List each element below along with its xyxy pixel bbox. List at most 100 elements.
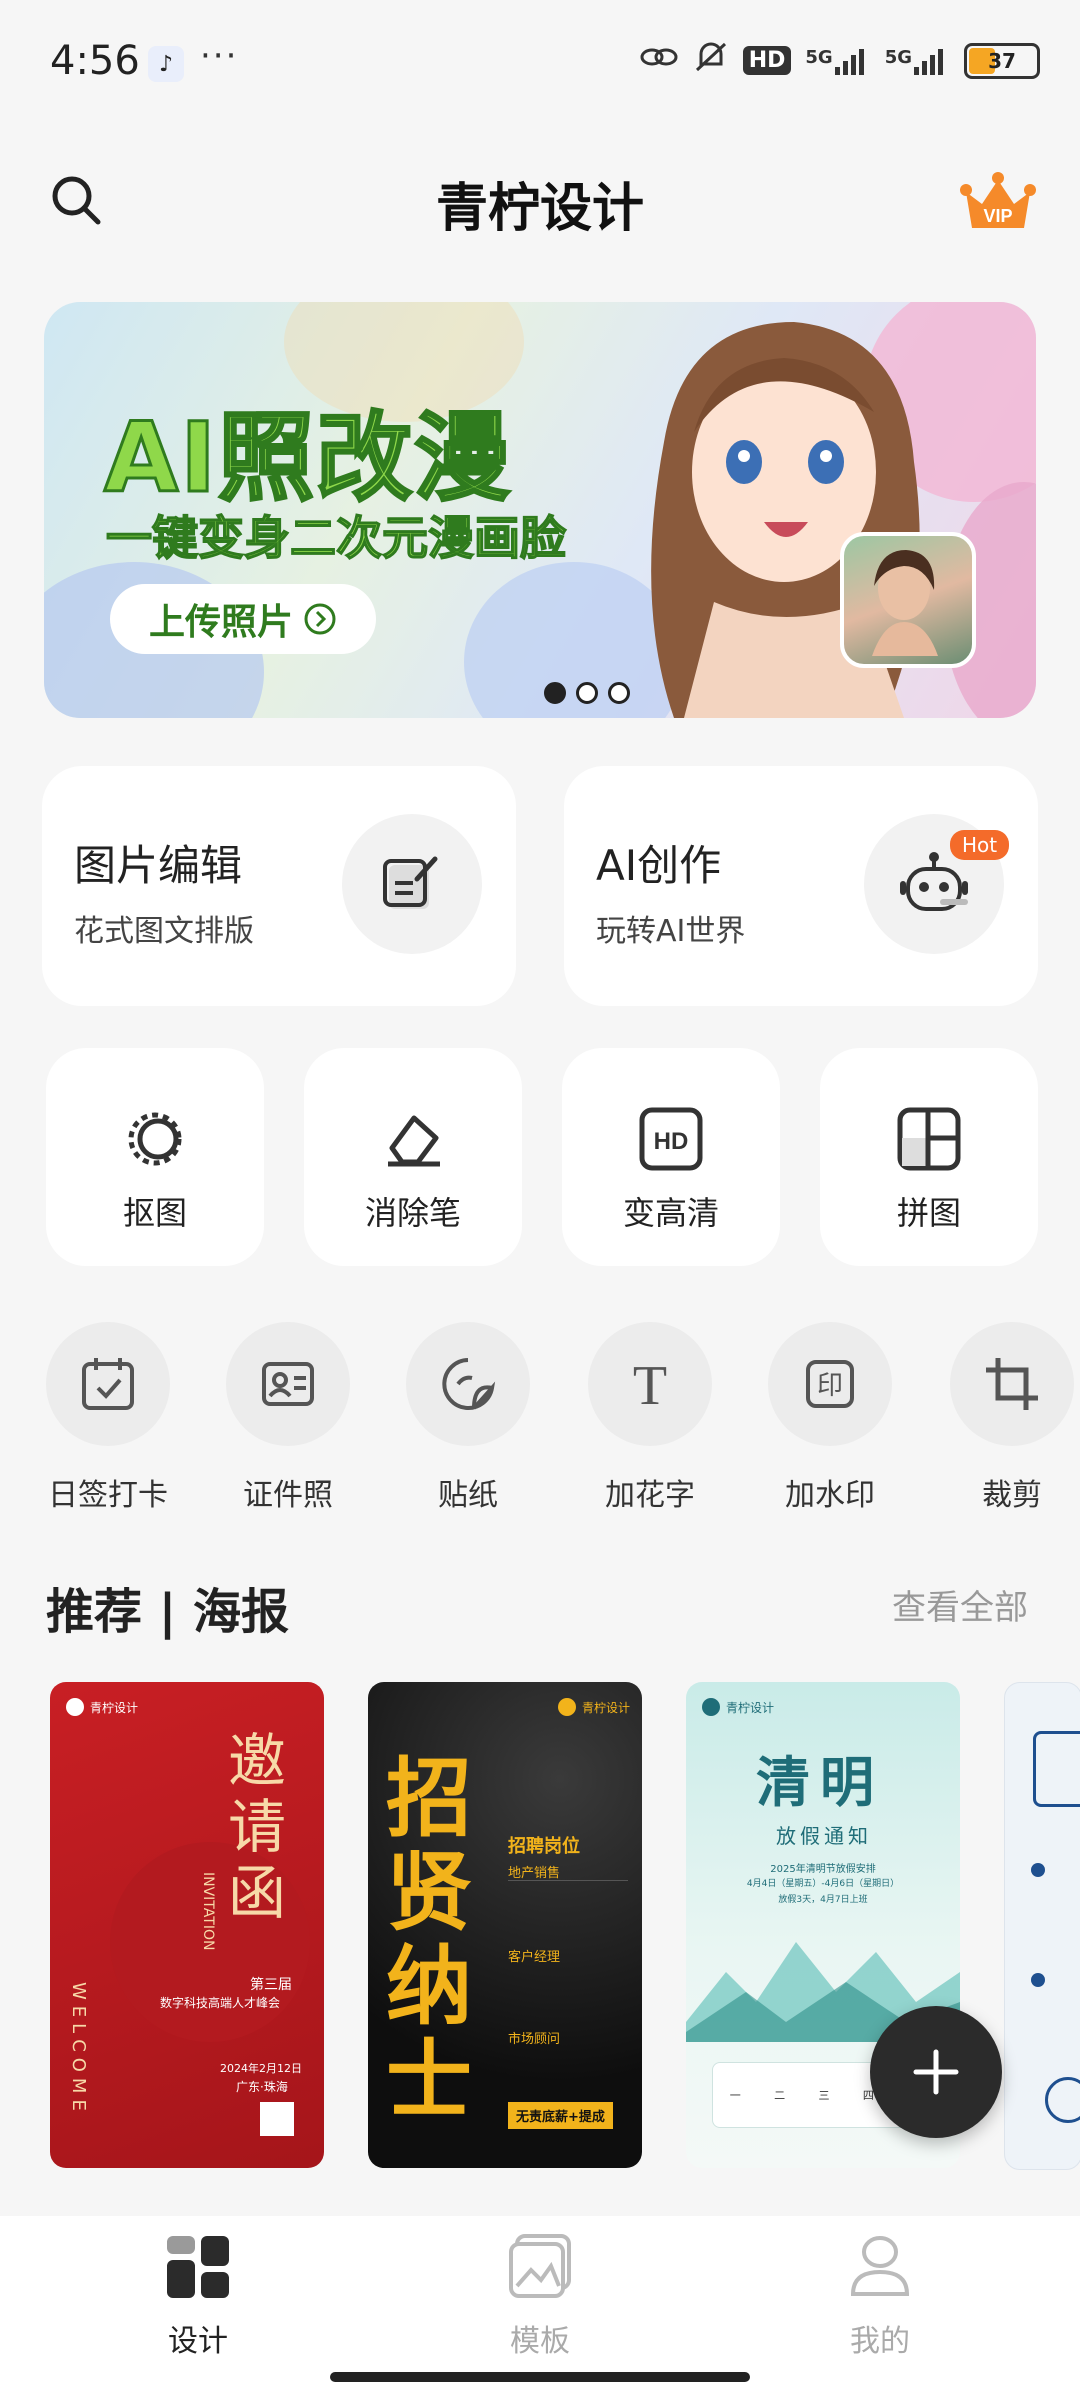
poster-brand-label: 青柠设计 bbox=[582, 1700, 631, 1715]
pagination-dot bbox=[608, 682, 630, 704]
poster-brand-label: 青柠设计 bbox=[90, 1700, 139, 1715]
mini-tool-daily-checkin[interactable]: 日签打卡 bbox=[46, 1322, 170, 1514]
mini-tool-fancy-text[interactable]: T 加花字 bbox=[588, 1322, 712, 1514]
poster-title: 清明 bbox=[756, 1751, 884, 1814]
edit-icon bbox=[342, 814, 482, 954]
poster-line2: 数字科技高端人才峰会 bbox=[160, 1996, 281, 2010]
text-icon: T bbox=[588, 1322, 712, 1446]
poster-card-invitation[interactable]: 青柠设计 邀请函 INVITATION 第三届 数字科技高端人才峰会 2024年… bbox=[50, 1682, 324, 2168]
poster-line1: 第三届 bbox=[250, 1977, 292, 1993]
tool-label: 变高清 bbox=[622, 1194, 719, 1232]
calendar-day: 一 bbox=[729, 2089, 741, 2102]
feature-title: AI创作 bbox=[596, 841, 722, 890]
poster-tag: 无责底薪+提成 bbox=[508, 2102, 613, 2129]
nav-design[interactable]: 设计 bbox=[98, 2232, 298, 2360]
nav-label: 模板 bbox=[510, 2324, 570, 2359]
collage-icon bbox=[897, 1107, 961, 1171]
feature-card-ai-create[interactable]: AI创作 玩转AI世界 bbox=[564, 766, 1038, 1006]
add-button[interactable] bbox=[870, 2006, 1002, 2138]
pagination-dot bbox=[544, 682, 566, 704]
crop-icon bbox=[950, 1322, 1074, 1446]
calendar-check-icon bbox=[46, 1322, 170, 1446]
mini-tool-label: 裁剪 bbox=[982, 1478, 1042, 1513]
feature-card-image-edit[interactable]: 图片编辑 花式图文排版 bbox=[42, 766, 516, 1006]
nav-templates[interactable]: 模板 bbox=[440, 2232, 640, 2360]
feature-subtitle: 玩转AI世界 bbox=[596, 914, 746, 949]
feature-title: 图片编辑 bbox=[74, 841, 243, 890]
signal-icon-1: 5G bbox=[805, 47, 870, 75]
hot-badge: Hot bbox=[950, 830, 1010, 860]
mini-tool-id-photo[interactable]: 证件照 bbox=[226, 1322, 350, 1514]
cutout-icon bbox=[128, 1112, 182, 1166]
poster-title: 招贤纳士 bbox=[386, 1749, 472, 2131]
poster-brand: 青柠设计 bbox=[558, 1698, 630, 1716]
banner-subtitle: 一键变身二次元漫画脸 bbox=[105, 510, 567, 566]
poster-title: 邀请函 bbox=[228, 1727, 287, 1927]
poster-role: 客户经理 bbox=[508, 1950, 561, 1965]
battery-icon: 37 bbox=[964, 42, 1040, 79]
eraser-icon bbox=[388, 1115, 440, 1167]
mini-tool-sticker[interactable]: 贴纸 bbox=[406, 1322, 530, 1514]
poster-role: 地产销售 bbox=[508, 1866, 561, 1881]
nav-label: 我的 bbox=[850, 2324, 910, 2359]
tool-collage[interactable]: 拼图 bbox=[820, 1048, 1038, 1266]
nav-profile[interactable]: 我的 bbox=[780, 2232, 980, 2360]
tool-label: 消除笔 bbox=[364, 1194, 461, 1232]
svg-text:T: T bbox=[633, 1355, 667, 1414]
poster-line2: 4月4日（星期五）-4月6日（星期日） bbox=[746, 1879, 900, 1889]
mini-tool-crop[interactable]: 裁剪 bbox=[950, 1322, 1074, 1514]
tool-eraser[interactable]: 消除笔 bbox=[304, 1048, 522, 1266]
qr-code-icon bbox=[1045, 2077, 1080, 2123]
tool-label: 拼图 bbox=[896, 1194, 961, 1232]
banner-title: AI照改漫 bbox=[102, 401, 513, 516]
vip-crown-icon[interactable]: VIP bbox=[960, 170, 1036, 236]
design-icon bbox=[167, 2236, 229, 2298]
mini-tool-watermark[interactable]: 印 加水印 bbox=[768, 1322, 892, 1514]
tool-cutout[interactable]: 抠图 bbox=[46, 1048, 264, 1266]
more-notifications-icon: ··· bbox=[200, 36, 239, 76]
calendar-day: 三 bbox=[818, 2089, 830, 2102]
mini-tool-label: 证件照 bbox=[243, 1478, 333, 1513]
status-bar: 4:56 ♪ ··· HD 5G 5G 37 bbox=[0, 0, 1080, 120]
template-icon bbox=[509, 2234, 571, 2298]
mute-icon bbox=[693, 40, 729, 81]
network-type-1: 5G bbox=[805, 46, 833, 68]
banner-pagination bbox=[544, 682, 630, 704]
tool-enhance-hd[interactable]: HD 变高清 bbox=[562, 1048, 780, 1266]
poster-heading: 招聘岗位 bbox=[508, 1836, 580, 1857]
signal-icon-2: 5G bbox=[885, 47, 950, 75]
poster-en: INVITATION bbox=[200, 1872, 216, 1951]
view-all-link[interactable]: 查看全部 bbox=[892, 1580, 1028, 1629]
poster-date: 2024年2月12日 bbox=[220, 2062, 302, 2075]
plus-icon bbox=[913, 2049, 959, 2095]
upload-photo-button[interactable]: 上传照片 bbox=[110, 584, 376, 654]
qr-code-icon bbox=[260, 2102, 294, 2136]
promo-banner[interactable]: AI照改漫 一键变身二次元漫画脸 上传照片 bbox=[44, 302, 1036, 718]
status-time: 4:56 bbox=[50, 38, 140, 84]
section-title: 推荐 | 海报 bbox=[46, 1584, 289, 1640]
profile-icon bbox=[850, 2236, 910, 2296]
mini-tool-label: 日签打卡 bbox=[48, 1478, 168, 1513]
link-icon bbox=[639, 42, 679, 79]
calendar-day: 二 bbox=[774, 2089, 786, 2102]
nav-label: 设计 bbox=[168, 2324, 228, 2359]
poster-place: 广东·珠海 bbox=[236, 2080, 288, 2094]
tiktok-notification-icon: ♪ bbox=[148, 46, 184, 82]
poster-line1: 2025年清明节放假安排 bbox=[770, 1864, 876, 1875]
system-icons: HD 5G 5G 37 bbox=[639, 40, 1040, 81]
home-indicator[interactable] bbox=[330, 2372, 750, 2382]
poster-card-partial[interactable] bbox=[1004, 1682, 1080, 2170]
svg-text:HD: HD bbox=[654, 1128, 689, 1155]
poster-sub: 放假通知 bbox=[776, 1824, 872, 1848]
pagination-dot bbox=[576, 682, 598, 704]
svg-text:印: 印 bbox=[817, 1371, 843, 1401]
upload-photo-label: 上传照片 bbox=[148, 602, 293, 643]
hd-voice-icon: HD bbox=[742, 46, 792, 75]
stamp-icon: 印 bbox=[768, 1322, 892, 1446]
poster-brand: 青柠设计 bbox=[66, 1698, 138, 1716]
poster-brand: 青柠设计 bbox=[702, 1698, 774, 1716]
feature-subtitle: 花式图文排版 bbox=[74, 914, 254, 949]
poster-role: 市场顾问 bbox=[508, 2032, 561, 2047]
arrow-right-circle-icon bbox=[304, 603, 336, 635]
poster-card-hiring[interactable]: 青柠设计 招贤纳士 招聘岗位 地产销售 客户经理 市场顾问 无责底薪+提成 bbox=[368, 1682, 642, 2168]
